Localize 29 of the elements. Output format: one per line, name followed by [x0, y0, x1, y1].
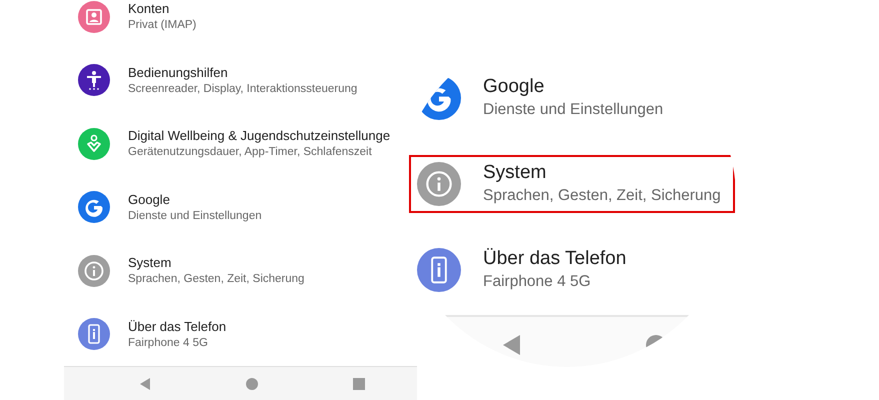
phone-info-icon	[417, 248, 461, 292]
item-title: System	[128, 254, 172, 272]
person-icon	[78, 64, 110, 96]
item-title: Konten	[128, 0, 170, 18]
home-icon[interactable]	[246, 378, 258, 390]
item-title: Google	[128, 190, 171, 208]
item-subtitle: Fairphone 4 5G	[483, 272, 592, 292]
item-title: Über das Telefon	[483, 247, 626, 271]
item-title: Google	[483, 75, 546, 99]
item-subtitle: Privat (IMAP)	[128, 18, 196, 34]
item-title: System	[483, 161, 548, 185]
back-icon[interactable]	[503, 335, 520, 355]
item-subtitle: Sprachen, Gesten, Zeit, Sicherung	[128, 272, 304, 288]
item-subtitle: Fairphone 4 5G	[128, 336, 209, 351]
item-subtitle: Gerätenutzungsdauer, App-Timer, Schlafenszeit	[128, 145, 373, 160]
item-subtitle: Screenreader, Display, Interaktionssteuerung	[128, 82, 358, 97]
item-title: Bedienungshilfen	[128, 64, 229, 81]
item-subtitle: Dienste und Einstellungen	[483, 100, 664, 120]
item-title: Über das Telefon	[128, 318, 226, 335]
g-logo-icon	[78, 191, 110, 224]
back-icon[interactable]	[140, 378, 150, 390]
item-subtitle: Dienste und Einstellungen	[128, 208, 262, 224]
item-title: Digital Wellbeing & Jugendschutzeinstellunge	[128, 127, 390, 144]
heart-person-icon	[78, 128, 110, 160]
item-subtitle: Sprachen, Gesten, Zeit, Sicherung	[483, 186, 721, 206]
recents-icon[interactable]	[353, 378, 365, 390]
phone-info-icon	[78, 318, 110, 350]
info-icon	[78, 254, 110, 287]
info-icon	[417, 162, 461, 206]
